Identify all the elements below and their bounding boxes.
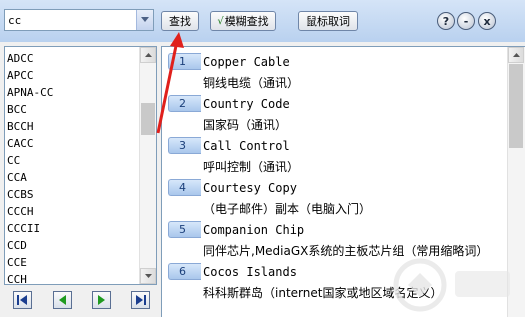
entry-definition: 呼叫控制（通讯） xyxy=(203,160,300,174)
toolbar: 查找 √ 模糊查找 鼠标取词 ? - x xyxy=(0,0,525,42)
previous-entry-button[interactable] xyxy=(53,291,72,309)
find-button-label: 查找 xyxy=(169,15,191,28)
entry-number: 4 xyxy=(168,179,201,196)
chevron-up-icon xyxy=(513,53,520,57)
minimize-icon: - xyxy=(463,14,469,28)
last-entry-button[interactable] xyxy=(131,291,150,309)
definition-entry: 4 Courtesy Copy （电子邮件）副本（电脑入门） xyxy=(162,175,507,217)
entry-number: 3 xyxy=(168,137,201,154)
list-item[interactable]: APCC xyxy=(7,67,141,84)
chevron-down-icon xyxy=(145,274,152,278)
first-icon xyxy=(17,295,27,305)
entry-definition: （电子邮件）副本（电脑入门） xyxy=(203,202,372,216)
first-entry-button[interactable] xyxy=(13,291,32,309)
definition-entry: 3 Call Control 呼叫控制（通讯） xyxy=(162,133,507,175)
word-list-scrollbar[interactable] xyxy=(139,47,156,284)
entry-number: 2 xyxy=(168,95,201,112)
entry-term: Courtesy Copy xyxy=(203,181,297,195)
scroll-thumb[interactable] xyxy=(141,103,155,135)
scroll-up-button[interactable] xyxy=(508,47,524,63)
entry-term: Call Control xyxy=(203,139,290,153)
last-icon xyxy=(136,295,146,305)
list-item[interactable]: ADCC xyxy=(7,50,141,67)
minimize-button[interactable]: - xyxy=(457,12,475,30)
list-item[interactable]: CACC xyxy=(7,135,141,152)
mouse-capture-label: 鼠标取词 xyxy=(306,15,350,28)
scroll-thumb[interactable] xyxy=(509,64,523,148)
scroll-up-button[interactable] xyxy=(140,47,156,63)
entry-term: Country Code xyxy=(203,97,290,111)
list-item[interactable]: APNA-CC xyxy=(7,84,141,101)
help-icon: ? xyxy=(442,14,450,28)
entry-number: 5 xyxy=(168,221,201,238)
search-input[interactable] xyxy=(5,10,137,30)
search-dropdown-button[interactable] xyxy=(136,10,153,30)
chevron-down-icon xyxy=(141,17,149,22)
help-button[interactable]: ? xyxy=(437,12,455,30)
chevron-up-icon xyxy=(145,53,152,57)
list-item[interactable]: CCCH xyxy=(7,203,141,220)
entry-term: Copper Cable xyxy=(203,55,290,69)
list-item[interactable]: CCBS xyxy=(7,186,141,203)
close-icon: x xyxy=(483,14,491,28)
definition-entry: 1 Copper Cable 铜线电缆（通讯） xyxy=(162,49,507,91)
fuzzy-search-button[interactable]: √ 模糊查找 xyxy=(210,11,276,31)
mouse-capture-button[interactable]: 鼠标取词 xyxy=(298,11,358,31)
check-icon: √ xyxy=(217,15,224,27)
list-item[interactable]: CCD xyxy=(7,237,141,254)
list-item[interactable]: CCH xyxy=(7,271,141,284)
fuzzy-search-label: 模糊查找 xyxy=(224,15,269,28)
entry-term: Companion Chip xyxy=(203,223,305,237)
list-item[interactable]: CCE xyxy=(7,254,141,271)
entry-number: 1 xyxy=(168,53,201,70)
word-list-items: ADCC APCC APNA-CC BCC BCCH CACC CC CCA C… xyxy=(7,50,141,284)
list-item[interactable]: CCCII xyxy=(7,220,141,237)
close-button[interactable]: x xyxy=(478,12,496,30)
entry-definition: 国家码（通讯） xyxy=(203,118,288,132)
list-item[interactable]: CCA xyxy=(7,169,141,186)
search-combobox[interactable] xyxy=(4,9,154,31)
watermark-logo-icon xyxy=(393,258,510,312)
entry-number: 6 xyxy=(168,263,201,280)
entry-term: Cocos Islands xyxy=(203,265,297,279)
next-entry-button[interactable] xyxy=(92,291,111,309)
definition-entry: 2 Country Code 国家码（通讯） xyxy=(162,91,507,133)
list-item[interactable]: BCC xyxy=(7,101,141,118)
entry-definition: 铜线电缆（通讯） xyxy=(203,76,300,90)
list-item[interactable]: CC xyxy=(7,152,141,169)
prev-icon xyxy=(59,295,66,305)
find-button[interactable]: 查找 xyxy=(161,11,199,31)
next-icon xyxy=(98,295,105,305)
definition-entry: 5 Companion Chip 同伴芯片,MediaGX系统的主板芯片组（常用… xyxy=(162,217,507,259)
word-list[interactable]: ADCC APCC APNA-CC BCC BCCH CACC CC CCA C… xyxy=(4,46,157,285)
scroll-down-button[interactable] xyxy=(140,268,156,284)
list-item[interactable]: BCCH xyxy=(7,118,141,135)
